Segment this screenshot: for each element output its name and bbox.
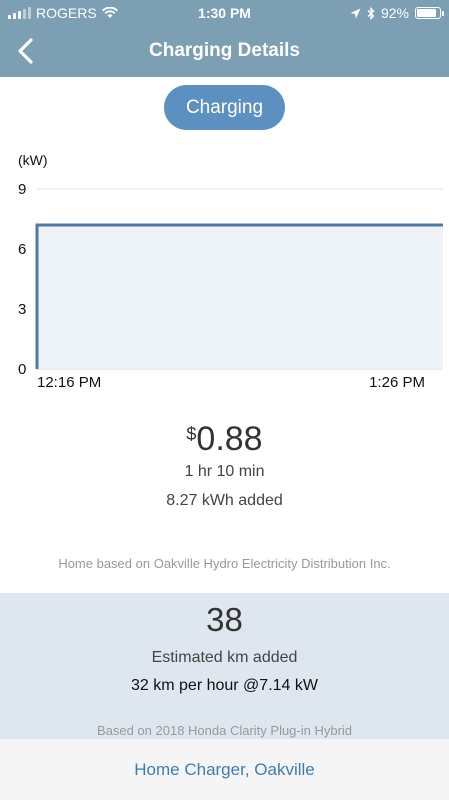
chart-y-axis-label: (kW) bbox=[18, 152, 48, 168]
battery-percent: 92% bbox=[380, 5, 409, 21]
estimated-km-value: 38 bbox=[206, 601, 243, 638]
range-estimate-panel: 38 Estimated km added 32 km per hour @7.… bbox=[0, 593, 449, 739]
battery-icon bbox=[415, 7, 444, 19]
currency-symbol: $ bbox=[186, 424, 197, 444]
status-bar: ROGERS 1:30 PM 92% bbox=[0, 0, 449, 26]
rate-source-note: Home based on Oakville Hydro Electricity… bbox=[58, 556, 391, 571]
power-chart: (kW) 0 3 6 9 12:16 PM 1:26 PM bbox=[0, 145, 449, 395]
chart-y-tick-label: 0 bbox=[18, 361, 26, 378]
location-icon bbox=[350, 8, 361, 18]
charger-location-link[interactable]: Home Charger, Oakville bbox=[134, 760, 314, 780]
charging-status-button[interactable]: Charging bbox=[164, 85, 285, 130]
page-title: Charging Details bbox=[149, 40, 300, 61]
vehicle-note: Based on 2018 Honda Clarity Plug-in Hybr… bbox=[96, 723, 353, 738]
power-chart-svg: (kW) 0 3 6 9 12:16 PM 1:26 PM bbox=[18, 152, 443, 391]
chart-y-tick-label: 3 bbox=[18, 301, 26, 318]
charge-rate: 32 km per hour @7.14 kW bbox=[131, 677, 318, 694]
energy-added: 8.27 kWh added bbox=[166, 492, 283, 509]
nav-bar: Charging Details bbox=[0, 26, 449, 77]
estimated-km-label: Estimated km added bbox=[151, 649, 298, 666]
chart-x-tick-label: 12:16 PM bbox=[37, 374, 101, 391]
chart-y-tick-label: 9 bbox=[18, 181, 26, 198]
charge-duration: 1 hr 10 min bbox=[184, 463, 265, 480]
battery-fill bbox=[417, 9, 437, 17]
charge-cost: $0.88 bbox=[0, 420, 449, 459]
chart-x-tick-label: 1:26 PM bbox=[369, 374, 425, 391]
cost-amount: 0.88 bbox=[196, 420, 263, 458]
bluetooth-icon bbox=[367, 6, 375, 20]
chart-y-tick-label: 6 bbox=[18, 241, 26, 258]
footer-bar: Home Charger, Oakville bbox=[0, 739, 449, 800]
chart-area-fill bbox=[37, 225, 443, 369]
header-bar: ROGERS 1:30 PM 92% Charging Details bbox=[0, 0, 449, 77]
